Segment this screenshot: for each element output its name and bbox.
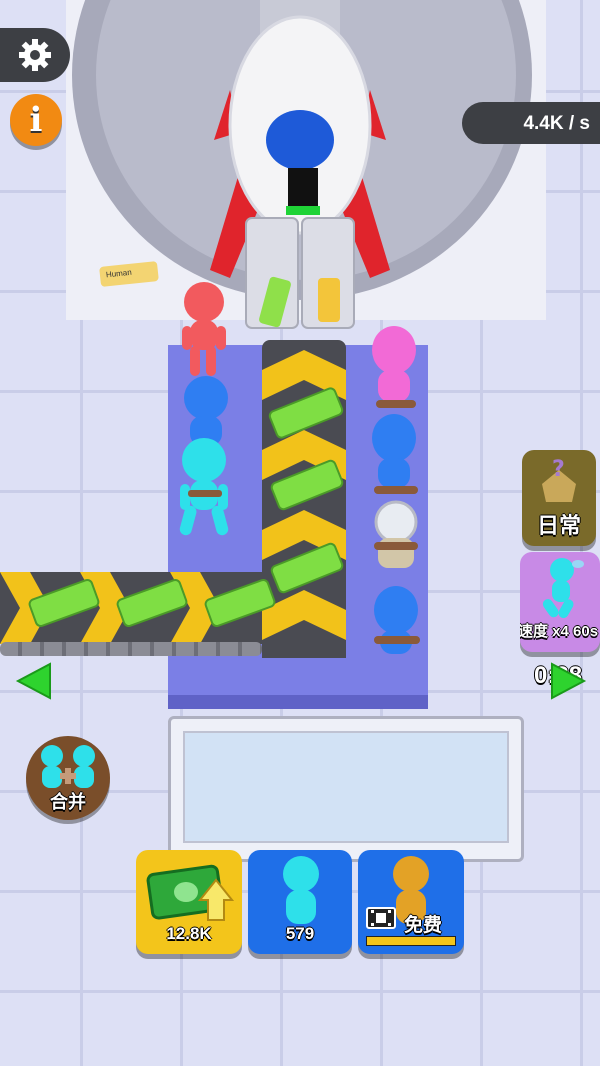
settings-button[interactable] [0,28,70,82]
rocket-hatch [288,168,318,212]
upgrade-cash-button[interactable]: 12.8K [136,850,242,954]
cash-icon [146,864,234,921]
arrow-right-icon[interactable] [548,660,588,702]
running-worker-icon [542,558,584,618]
gear-icon [19,39,51,71]
worker-red[interactable] [172,278,242,378]
video-ad-icon [366,907,396,929]
worker-count: 579 [285,924,315,943]
income-rate-display: 4.4K / s [462,102,600,144]
merge-button[interactable]: 合并 [26,736,110,820]
merge-label: 合并 [50,792,86,812]
free-worker-button[interactable]: 免费 [358,850,464,954]
daily-label: 日常 [536,513,581,538]
info-button[interactable]: i [10,94,62,146]
worker-blue-right-2[interactable] [366,584,428,664]
arrow-left-icon[interactable] [14,660,54,702]
horizontal-conveyor-rollers [0,642,262,656]
worker-blue-right-1[interactable] [364,412,426,498]
cash-value: 12.8K [166,924,212,943]
free-label: 免费 [404,915,443,936]
info-icon: i [29,100,43,140]
speed-boost-button[interactable]: 速度 x4 60s [520,552,600,652]
income-rate-label: 4.4K / s [523,113,590,134]
worker-empty-seat[interactable] [366,498,426,578]
daily-button[interactable]: ? 日常 [522,450,596,546]
speed-boost-label: 速度 x4 60s [520,623,599,640]
storage-tray-inner [183,731,509,843]
storage-tray [168,716,524,862]
merge-workers-icon [41,745,95,788]
free-progress-bar [366,936,456,946]
buy-worker-button[interactable]: 579 [248,850,352,954]
rocket-fuel-bar [286,206,320,215]
worker-icon [283,856,319,924]
battery-floating-label: Human [105,267,133,280]
worker-cyan[interactable] [172,432,242,540]
work-pad-edge [168,695,428,709]
worker-pink[interactable] [362,322,428,414]
svg-text:?: ? [552,457,565,482]
gift-icon: ? [542,457,576,502]
rocket-window [266,110,334,170]
